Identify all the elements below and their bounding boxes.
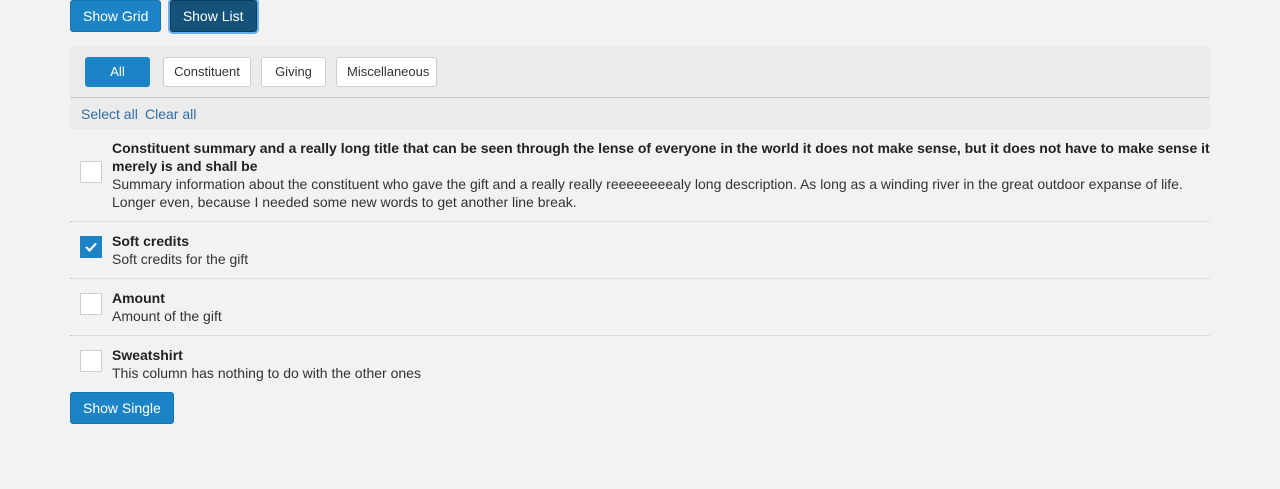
view-toggle-bar: Show Grid Show List: [70, 0, 261, 32]
item-description: Soft credits for the gift: [112, 251, 249, 267]
filter-constituent-button[interactable]: Constituent: [163, 57, 251, 87]
item-title: Constituent summary and a really long ti…: [112, 140, 1210, 174]
item-checkbox[interactable]: [80, 293, 102, 315]
show-grid-button[interactable]: Show Grid: [70, 0, 162, 32]
item-description: Amount of the gift: [112, 308, 222, 324]
filter-giving-button[interactable]: Giving: [261, 57, 326, 87]
list-item[interactable]: Amount Amount of the gift: [70, 279, 1210, 336]
item-title: Amount: [112, 290, 165, 306]
bottom-bar: Show Single: [70, 392, 174, 424]
column-list: Constituent summary and a really long ti…: [70, 138, 1210, 386]
checkmark-icon: [85, 242, 97, 252]
filter-miscellaneous-button[interactable]: Miscellaneous: [336, 57, 437, 87]
clear-all-link[interactable]: Clear all: [145, 106, 196, 122]
item-description: Summary information about the constituen…: [112, 176, 1183, 210]
filter-all-button[interactable]: All: [85, 57, 150, 87]
item-checkbox[interactable]: [80, 350, 102, 372]
item-checkbox[interactable]: [80, 161, 102, 183]
item-description: This column has nothing to do with the o…: [112, 365, 421, 381]
item-title: Sweatshirt: [112, 347, 183, 363]
show-single-button[interactable]: Show Single: [70, 392, 174, 424]
item-title: Soft credits: [112, 233, 190, 249]
show-list-button[interactable]: Show List: [169, 0, 257, 32]
item-checkbox-checked[interactable]: [80, 236, 102, 258]
selection-links: Select all Clear all: [70, 98, 1210, 129]
filter-panel: All Constituent Giving Miscellaneous Sel…: [70, 46, 1210, 129]
list-item[interactable]: Constituent summary and a really long ti…: [70, 138, 1210, 222]
category-filter-row: All Constituent Giving Miscellaneous: [70, 46, 1210, 98]
list-item[interactable]: Sweatshirt This column has nothing to do…: [70, 336, 1210, 386]
list-item[interactable]: Soft credits Soft credits for the gift: [70, 222, 1210, 279]
select-all-link[interactable]: Select all: [81, 106, 138, 122]
